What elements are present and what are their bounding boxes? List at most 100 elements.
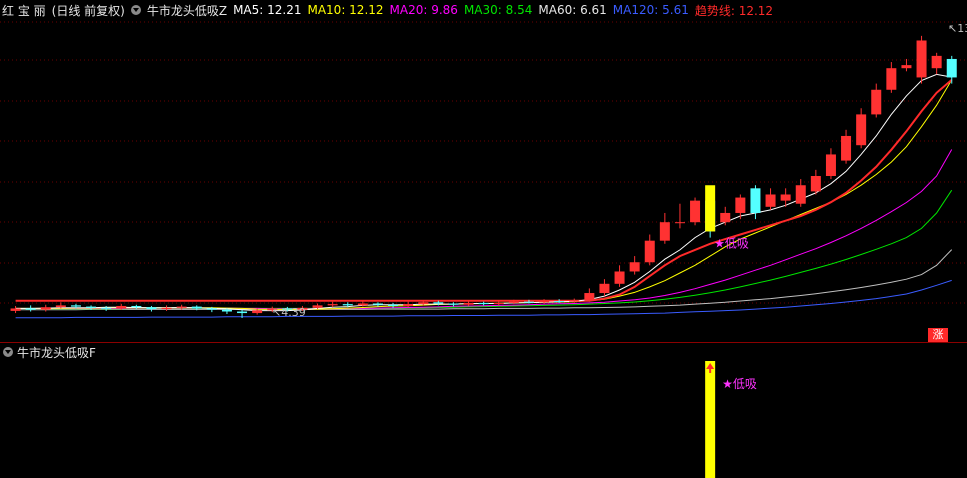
candle: [871, 83, 882, 118]
candle-body: [372, 303, 383, 305]
candle: [886, 62, 897, 93]
candle: [629, 256, 640, 275]
candle: [463, 301, 474, 306]
candle-body: [614, 271, 625, 284]
candle: [478, 301, 489, 306]
sub-indicator-name[interactable]: 牛市龙头低吸F: [17, 344, 96, 361]
candle-body: [25, 308, 36, 310]
candle-body: [644, 240, 655, 263]
candle: [810, 169, 821, 195]
candle: [765, 188, 776, 210]
signal-label: ★低吸: [714, 236, 749, 250]
candle-body: [237, 311, 248, 314]
collapse-icon[interactable]: [3, 347, 13, 357]
candle-body: [478, 302, 489, 305]
candle-body: [357, 303, 368, 306]
collapse-icon[interactable]: [130, 5, 141, 15]
candle-body: [40, 307, 51, 310]
candle: [690, 197, 701, 226]
candle-body: [750, 188, 761, 213]
candle-body: [780, 194, 791, 201]
candle-body: [569, 300, 580, 302]
candle: [146, 305, 157, 312]
candle-body: [463, 302, 474, 305]
candle-body: [629, 262, 640, 272]
candle: [916, 35, 927, 84]
ma30-line: [15, 189, 953, 310]
candle-body: [161, 307, 172, 310]
low-price-label: ↖4.39: [272, 306, 306, 319]
candle-body: [886, 68, 897, 90]
sub-signal-label: ★低吸: [722, 377, 757, 391]
ma5-value: MA5: 12.21: [233, 3, 302, 17]
candle: [40, 304, 51, 312]
candle: [644, 234, 655, 266]
candle-body: [403, 304, 414, 306]
signal-bar: [705, 185, 716, 232]
candle-body: [388, 304, 399, 306]
candle: [584, 288, 595, 302]
candle-body: [342, 304, 353, 306]
candle: [841, 129, 852, 164]
candle: [901, 58, 912, 72]
candle: [825, 148, 836, 180]
candle-body: [101, 307, 112, 309]
candle: [614, 265, 625, 287]
ma120-value: MA120: 5.61: [612, 3, 689, 17]
main-chart-area[interactable]: ★低吸 ↖13. ↖4.39: [0, 0, 967, 342]
candle-body: [131, 305, 142, 308]
candle-body: [931, 55, 942, 69]
candle-body: [146, 307, 157, 310]
sub-chart-area[interactable]: ★低吸: [0, 343, 967, 478]
candle-body: [554, 301, 565, 303]
candle-body: [418, 302, 429, 305]
ma5-line: [15, 73, 952, 312]
candle-body: [55, 305, 66, 308]
candle-body: [191, 306, 202, 309]
candle-body: [252, 310, 263, 314]
candle-body: [765, 194, 776, 207]
indicator-name[interactable]: 牛市龙头低吸Z: [147, 2, 227, 19]
candle-body: [690, 200, 701, 223]
candle-body: [221, 309, 232, 312]
high-price-label: ↖13.: [948, 22, 967, 35]
candle-body: [327, 304, 338, 306]
candle-body: [176, 306, 187, 308]
candle-body: [810, 176, 821, 192]
candle: [856, 108, 867, 149]
candle-body: [735, 197, 746, 213]
candle-body: [659, 222, 670, 241]
candle: [720, 206, 731, 226]
candle-body: [116, 305, 127, 309]
ma10-value: MA10: 12.12: [307, 3, 384, 17]
candle: [946, 55, 957, 84]
candle-body: [206, 308, 217, 310]
candle-body: [825, 154, 836, 176]
trend-value: 趋势线: 12.12: [694, 3, 774, 18]
candle-body: [10, 308, 21, 311]
candle: [659, 212, 670, 244]
chart-header: 红 宝 丽 (日线 前复权) 牛市龙头低吸Z MA5: 12.21 MA10: …: [0, 0, 967, 20]
zhang-badge[interactable]: 涨: [928, 328, 948, 342]
candle: [388, 302, 399, 308]
sub-signal-bar: [705, 361, 716, 478]
ma120-line: [15, 279, 952, 319]
sub-chart-header: 牛市龙头低吸F: [0, 344, 96, 360]
period-label[interactable]: (日线 前复权): [52, 2, 125, 19]
candle-body: [448, 303, 459, 305]
candle-body: [841, 135, 852, 161]
ma60-value: MA60: 6.61: [538, 3, 607, 17]
candle-body: [599, 283, 610, 294]
candle: [10, 305, 21, 314]
candle: [931, 52, 942, 75]
candle: [161, 305, 172, 311]
candle-body: [674, 222, 685, 224]
candle-body: [720, 212, 731, 223]
candle: [403, 301, 414, 308]
candle: [674, 203, 685, 229]
candle-body: [584, 293, 595, 301]
candle-body: [539, 301, 550, 303]
ma30-value: MA30: 8.54: [463, 3, 533, 17]
stock-name: 红 宝 丽: [2, 3, 46, 18]
candle-body: [871, 89, 882, 115]
